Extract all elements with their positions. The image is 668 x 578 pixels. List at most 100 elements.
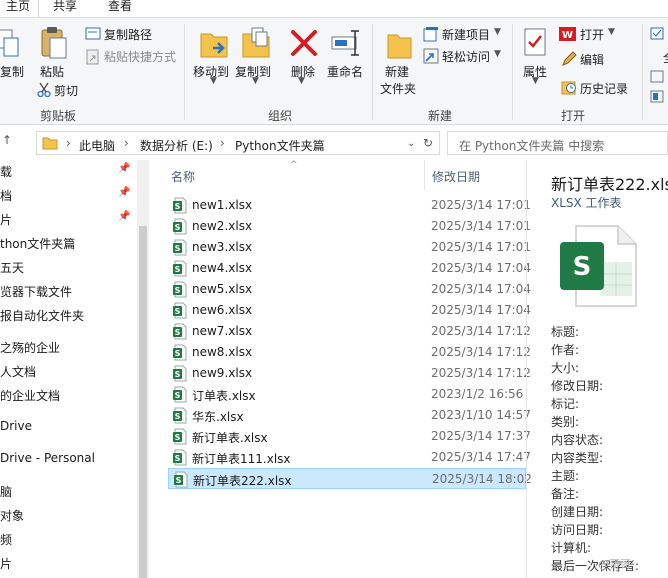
nav-item[interactable]: 载 📌: [0, 163, 130, 185]
nav-item[interactable]: 之殇的企业: [0, 339, 60, 361]
scissors-icon: [37, 82, 51, 98]
file-name: new6.xlsx: [192, 303, 253, 317]
nav-item[interactable]: 片: [0, 555, 12, 577]
cut-button[interactable]: 剪切: [54, 82, 78, 99]
file-date: 2023/1/2 16:56: [431, 387, 524, 401]
nav-item[interactable]: 脑: [0, 483, 12, 505]
new-item-icon: [423, 27, 438, 42]
nav-item[interactable]: 档 📌: [0, 187, 130, 209]
file-date: 2025/3/14 17:47: [431, 450, 531, 464]
breadcrumb-drive[interactable]: 数据分析 (E:): [140, 137, 213, 154]
delete-dropdown-icon[interactable]: ▼: [298, 76, 305, 86]
file-name: new8.xlsx: [192, 345, 253, 359]
breadcrumb-separator-icon: ›: [220, 136, 225, 150]
excel-icon: S: [173, 197, 187, 214]
nav-item[interactable]: Drive: [0, 419, 32, 441]
paste-button[interactable]: 粘贴: [40, 63, 64, 80]
nav-scrollbar[interactable]: [137, 160, 149, 578]
excel-icon: S: [173, 386, 187, 403]
file-row[interactable]: S 新订单表.xlsx 2025/3/14 17:37: [168, 426, 531, 447]
open-dropdown-icon[interactable]: ▼: [608, 27, 615, 37]
file-row[interactable]: Snew3.xlsx 2025/3/14 17:01: [168, 237, 531, 258]
edit-button[interactable]: 编辑: [580, 51, 604, 68]
svg-text:S: S: [175, 307, 181, 316]
nav-item-label: 的企业文档: [0, 389, 61, 403]
breadcrumb-folder[interactable]: Python文件夹篇: [235, 137, 325, 154]
column-divider[interactable]: [424, 160, 425, 190]
file-row[interactable]: Snew8.xlsx 2025/3/14 17:12: [168, 342, 531, 363]
nav-item[interactable]: 频: [0, 531, 12, 553]
file-row[interactable]: S 新订单表111.xlsx 2025/3/14 17:47: [168, 447, 531, 468]
copy-button[interactable]: 复制: [0, 63, 24, 80]
copy-to-dropdown-icon[interactable]: ▼: [252, 76, 259, 86]
nav-item-label: 报自动化文件夹: [0, 309, 85, 323]
file-date: 2025/3/14 17:04: [431, 303, 531, 317]
file-date: 2025/3/14 17:12: [431, 345, 531, 359]
easy-access-dropdown-icon[interactable]: ▼: [494, 49, 501, 59]
new-folder-button-line1[interactable]: 新建: [385, 63, 409, 80]
new-item-button[interactable]: 新建项目: [442, 26, 490, 43]
up-arrow-icon[interactable]: ↑: [2, 133, 12, 147]
address-dropdown-icon[interactable]: ⌄: [407, 138, 415, 149]
copy-path-button[interactable]: 复制路径: [104, 26, 152, 43]
file-name: new3.xlsx: [192, 240, 253, 254]
easy-access-button[interactable]: 轻松访问: [442, 48, 490, 65]
nav-item[interactable]: 片 📌: [0, 211, 130, 233]
file-row[interactable]: S 订单表.xlsx 2023/1/2 16:56: [168, 384, 526, 405]
nav-item-label: thon文件夹篇: [0, 237, 76, 251]
open-button[interactable]: 打开: [580, 26, 604, 43]
breadcrumb-this-pc[interactable]: 此电脑: [79, 137, 115, 154]
svg-text:S: S: [175, 328, 181, 337]
open-group-label: 打开: [561, 109, 586, 123]
history-button[interactable]: 历史记录: [580, 80, 628, 97]
breadcrumb-separator-icon: ›: [66, 136, 71, 150]
nav-item[interactable]: 报自动化文件夹: [0, 307, 84, 329]
preview-property-label: 主题:: [551, 469, 580, 483]
preview-property-label: 创建日期:: [551, 505, 604, 519]
search-box[interactable]: 在 Python文件夹篇 中搜索: [447, 131, 668, 155]
new-folder-button-line2[interactable]: 文件夹: [380, 80, 416, 97]
column-header-name[interactable]: 名称: [171, 168, 195, 185]
file-row[interactable]: S 新订单表222.xlsx 2025/3/14 18:02: [168, 468, 532, 489]
rename-button[interactable]: 重命名: [327, 63, 363, 80]
nav-item-label: 片: [0, 557, 13, 571]
nav-item[interactable]: Drive - Personal: [0, 451, 95, 473]
new-item-dropdown-icon[interactable]: ▼: [494, 27, 501, 37]
nav-item[interactable]: 的企业文档: [0, 387, 60, 409]
nav-item[interactable]: thon文件夹篇: [0, 235, 75, 257]
preview-title: 新订单表222.xlsx: [551, 175, 668, 194]
refresh-icon[interactable]: ↻: [423, 136, 433, 150]
tab-share[interactable]: 共享: [53, 0, 77, 17]
file-name: 新订单表.xlsx: [192, 431, 268, 445]
file-row[interactable]: Snew2.xlsx 2025/3/14 17:01: [168, 216, 531, 237]
column-header-date[interactable]: 修改日期: [432, 168, 480, 185]
file-row[interactable]: S 华东.xlsx 2023/1/10 14:57: [168, 405, 531, 426]
excel-icon: S: [173, 365, 187, 382]
file-row[interactable]: Snew5.xlsx 2025/3/14 17:04: [168, 279, 531, 300]
file-row[interactable]: Snew1.xlsx 2025/3/14 17:01: [168, 195, 531, 216]
nav-item[interactable]: 人文档: [0, 363, 36, 385]
tab-view[interactable]: 查看: [108, 0, 132, 17]
address-bar[interactable]: › 此电脑 › 数据分析 (E:) › Python文件夹篇 ⌄ ↻: [36, 131, 440, 155]
tab-home[interactable]: 主页: [0, 0, 39, 17]
paste-shortcut-button[interactable]: 粘贴快捷方式: [104, 48, 176, 65]
select-all-label[interactable]: 全: [663, 49, 668, 66]
file-date: 2025/3/14 17:04: [431, 261, 531, 275]
excel-icon: S: [173, 239, 187, 256]
nav-item-label: 载: [0, 165, 13, 179]
file-row[interactable]: Snew4.xlsx 2025/3/14 17:04: [168, 258, 531, 279]
nav-scrollbar-thumb[interactable]: [139, 226, 147, 578]
nav-item[interactable]: 览器下载文件: [0, 283, 72, 305]
nav-item[interactable]: 对象: [0, 507, 24, 529]
move-to-dropdown-icon[interactable]: ▼: [210, 76, 217, 86]
properties-dropdown-icon[interactable]: ▼: [532, 76, 539, 86]
file-row[interactable]: Snew7.xlsx 2025/3/14 17:12: [168, 321, 531, 342]
nav-item[interactable]: 五天: [0, 259, 24, 281]
svg-text:S: S: [175, 265, 181, 274]
nav-item-label: 档: [0, 189, 13, 203]
ribbon: 复制 粘贴 复制路径 粘贴快捷方式 剪切 剪贴板 移动到 ▼ 复制到 ▼ 删除: [0, 17, 668, 125]
file-row[interactable]: Snew6.xlsx 2025/3/14 17:04: [168, 300, 531, 321]
preview-divider[interactable]: [526, 160, 527, 578]
file-row[interactable]: Snew9.xlsx 2025/3/14 17:12: [168, 363, 531, 384]
ribbon-separator: [642, 24, 643, 120]
